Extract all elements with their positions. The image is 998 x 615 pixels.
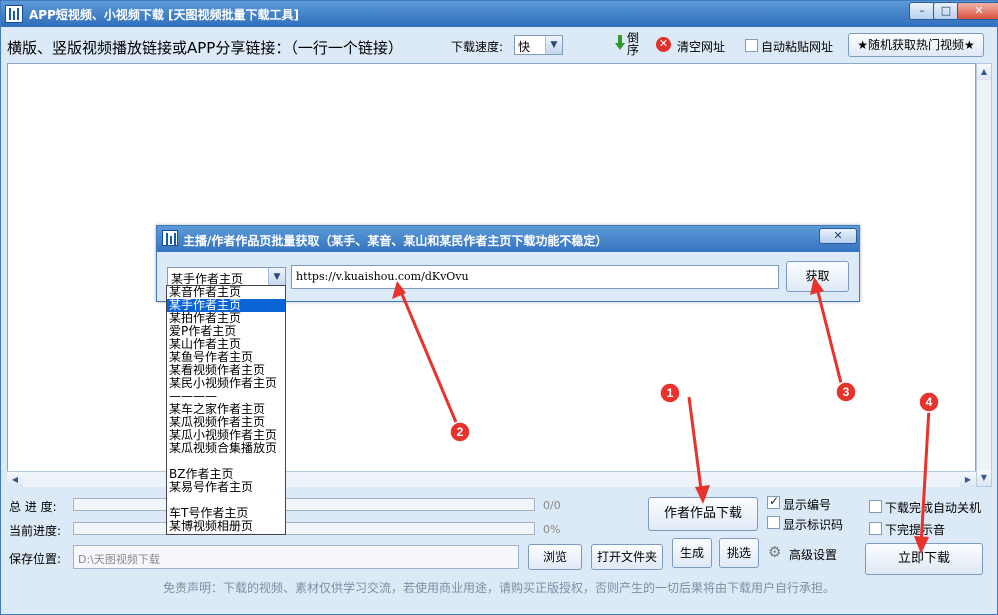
speed-label: 下载速度:: [451, 40, 504, 54]
url-prompt-label: 横版、竖版视频播放链接或APP分享链接：（一行一个链接）: [7, 39, 403, 57]
minimize-button[interactable]: –: [909, 2, 935, 20]
horizontal-scrollbar[interactable]: ◀ ▶: [7, 471, 976, 487]
done-sound-label[interactable]: 下完提示音: [885, 521, 945, 538]
advanced-settings-button[interactable]: 高级设置: [789, 546, 837, 563]
auto-shutdown-label[interactable]: 下载完成自动关机: [885, 499, 981, 516]
fetch-button[interactable]: 获取: [786, 261, 849, 292]
title-bar: APP短视频、小视频下载 [天图视频批量下载工具] – □ ✕: [1, 1, 998, 27]
scroll-down-icon[interactable]: ▼: [977, 470, 991, 486]
scroll-up-icon[interactable]: ▲: [977, 64, 991, 80]
author-platform-select[interactable]: 某手作者主页 ▼: [167, 267, 286, 287]
scroll-right-icon[interactable]: ▶: [960, 472, 976, 487]
save-path-field[interactable]: D:\天图视频下载: [73, 545, 519, 569]
arrow-down-icon[interactable]: [615, 35, 625, 51]
dropdown-option[interactable]: 某易号作者主页: [167, 481, 285, 494]
open-folder-button[interactable]: 打开文件夹: [591, 544, 663, 570]
clear-urls-button[interactable]: 清空网址: [677, 38, 725, 55]
pick-button[interactable]: 挑选: [719, 538, 759, 568]
dialog-title: 主播/作者作品页批量获取（某手、某音、某山和某民作者主页下载功能不稳定）: [183, 234, 608, 248]
dropdown-option[interactable]: 某瓜视频合集播放页: [167, 442, 285, 455]
chevron-down-icon[interactable]: ▼: [545, 36, 562, 54]
show-number-checkbox[interactable]: [767, 494, 780, 509]
done-sound-checkbox[interactable]: [869, 522, 882, 535]
app-logo-icon: [5, 5, 23, 23]
auto-shutdown-checkbox[interactable]: [869, 500, 882, 513]
current-progress-label: 当前进度:: [9, 524, 62, 538]
browse-button[interactable]: 浏览: [528, 544, 582, 570]
author-url-input[interactable]: https://v.kuaishou.com/dKvOvu: [291, 265, 779, 289]
total-progress-label: 总 进 度:: [9, 500, 57, 514]
current-progress-bar: [73, 522, 535, 535]
save-path-value: D:\天图视频下载: [78, 553, 160, 566]
disclaimer-text: 免责声明：下载的视频、素材仅供学习交流，若使用商业用途，请购买正版授权，否则产生…: [162, 581, 835, 595]
dropdown-option[interactable]: 某博视频相册页: [167, 520, 285, 533]
show-watermark-label[interactable]: 显示标识码: [783, 516, 843, 533]
author-platform-dropdown-list[interactable]: 某音作者主页 某手作者主页 某拍作者主页 爱P作者主页 某山作者主页 某鱼号作者主页 某看视…: [166, 285, 286, 535]
author-works-download-button[interactable]: 作者作品下载: [648, 497, 758, 531]
download-now-button[interactable]: 立即下载: [865, 543, 983, 575]
vertical-scrollbar[interactable]: ▲ ▼: [976, 63, 992, 487]
reverse-order-label[interactable]: 倒序: [627, 32, 640, 56]
total-progress-bar: [73, 498, 535, 511]
dialog-close-button[interactable]: ✕: [819, 228, 857, 244]
scroll-left-icon[interactable]: ◀: [7, 472, 23, 487]
auto-paste-checkbox[interactable]: [745, 39, 758, 52]
current-progress-value: 0%: [543, 523, 561, 536]
toolbar: 横版、竖版视频播放链接或APP分享链接：（一行一个链接） 下载速度: 快 ▼ 倒…: [1, 31, 997, 59]
show-number-label[interactable]: 显示编号: [783, 496, 831, 513]
speed-select[interactable]: 快 ▼: [514, 35, 563, 55]
window-title: APP短视频、小视频下载 [天图视频批量下载工具]: [29, 8, 300, 22]
close-button[interactable]: ✕: [957, 2, 998, 20]
dialog-title-bar: 主播/作者作品页批量获取（某手、某音、某山和某民作者主页下载功能不稳定） ✕: [157, 226, 859, 252]
clear-icon[interactable]: ✕: [656, 37, 671, 52]
author-url-value: https://v.kuaishou.com/dKvOvu: [296, 270, 469, 283]
dialog-logo-icon: [162, 230, 178, 246]
show-watermark-checkbox[interactable]: [767, 516, 780, 529]
maximize-button[interactable]: □: [933, 2, 959, 20]
chevron-down-icon[interactable]: ▼: [268, 268, 285, 286]
main-window: APP短视频、小视频下载 [天图视频批量下载工具] – □ ✕ 横版、竖版视频播…: [0, 0, 998, 615]
gear-icon[interactable]: ⚙: [768, 543, 781, 561]
auto-paste-label[interactable]: 自动粘贴网址: [761, 38, 833, 55]
save-location-label: 保存位置:: [9, 552, 62, 566]
generate-button[interactable]: 生成: [672, 538, 712, 568]
random-hot-video-button[interactable]: ★随机获取热门视频★: [848, 33, 984, 57]
total-progress-value: 0/0: [543, 499, 561, 512]
speed-value: 快: [518, 40, 531, 54]
